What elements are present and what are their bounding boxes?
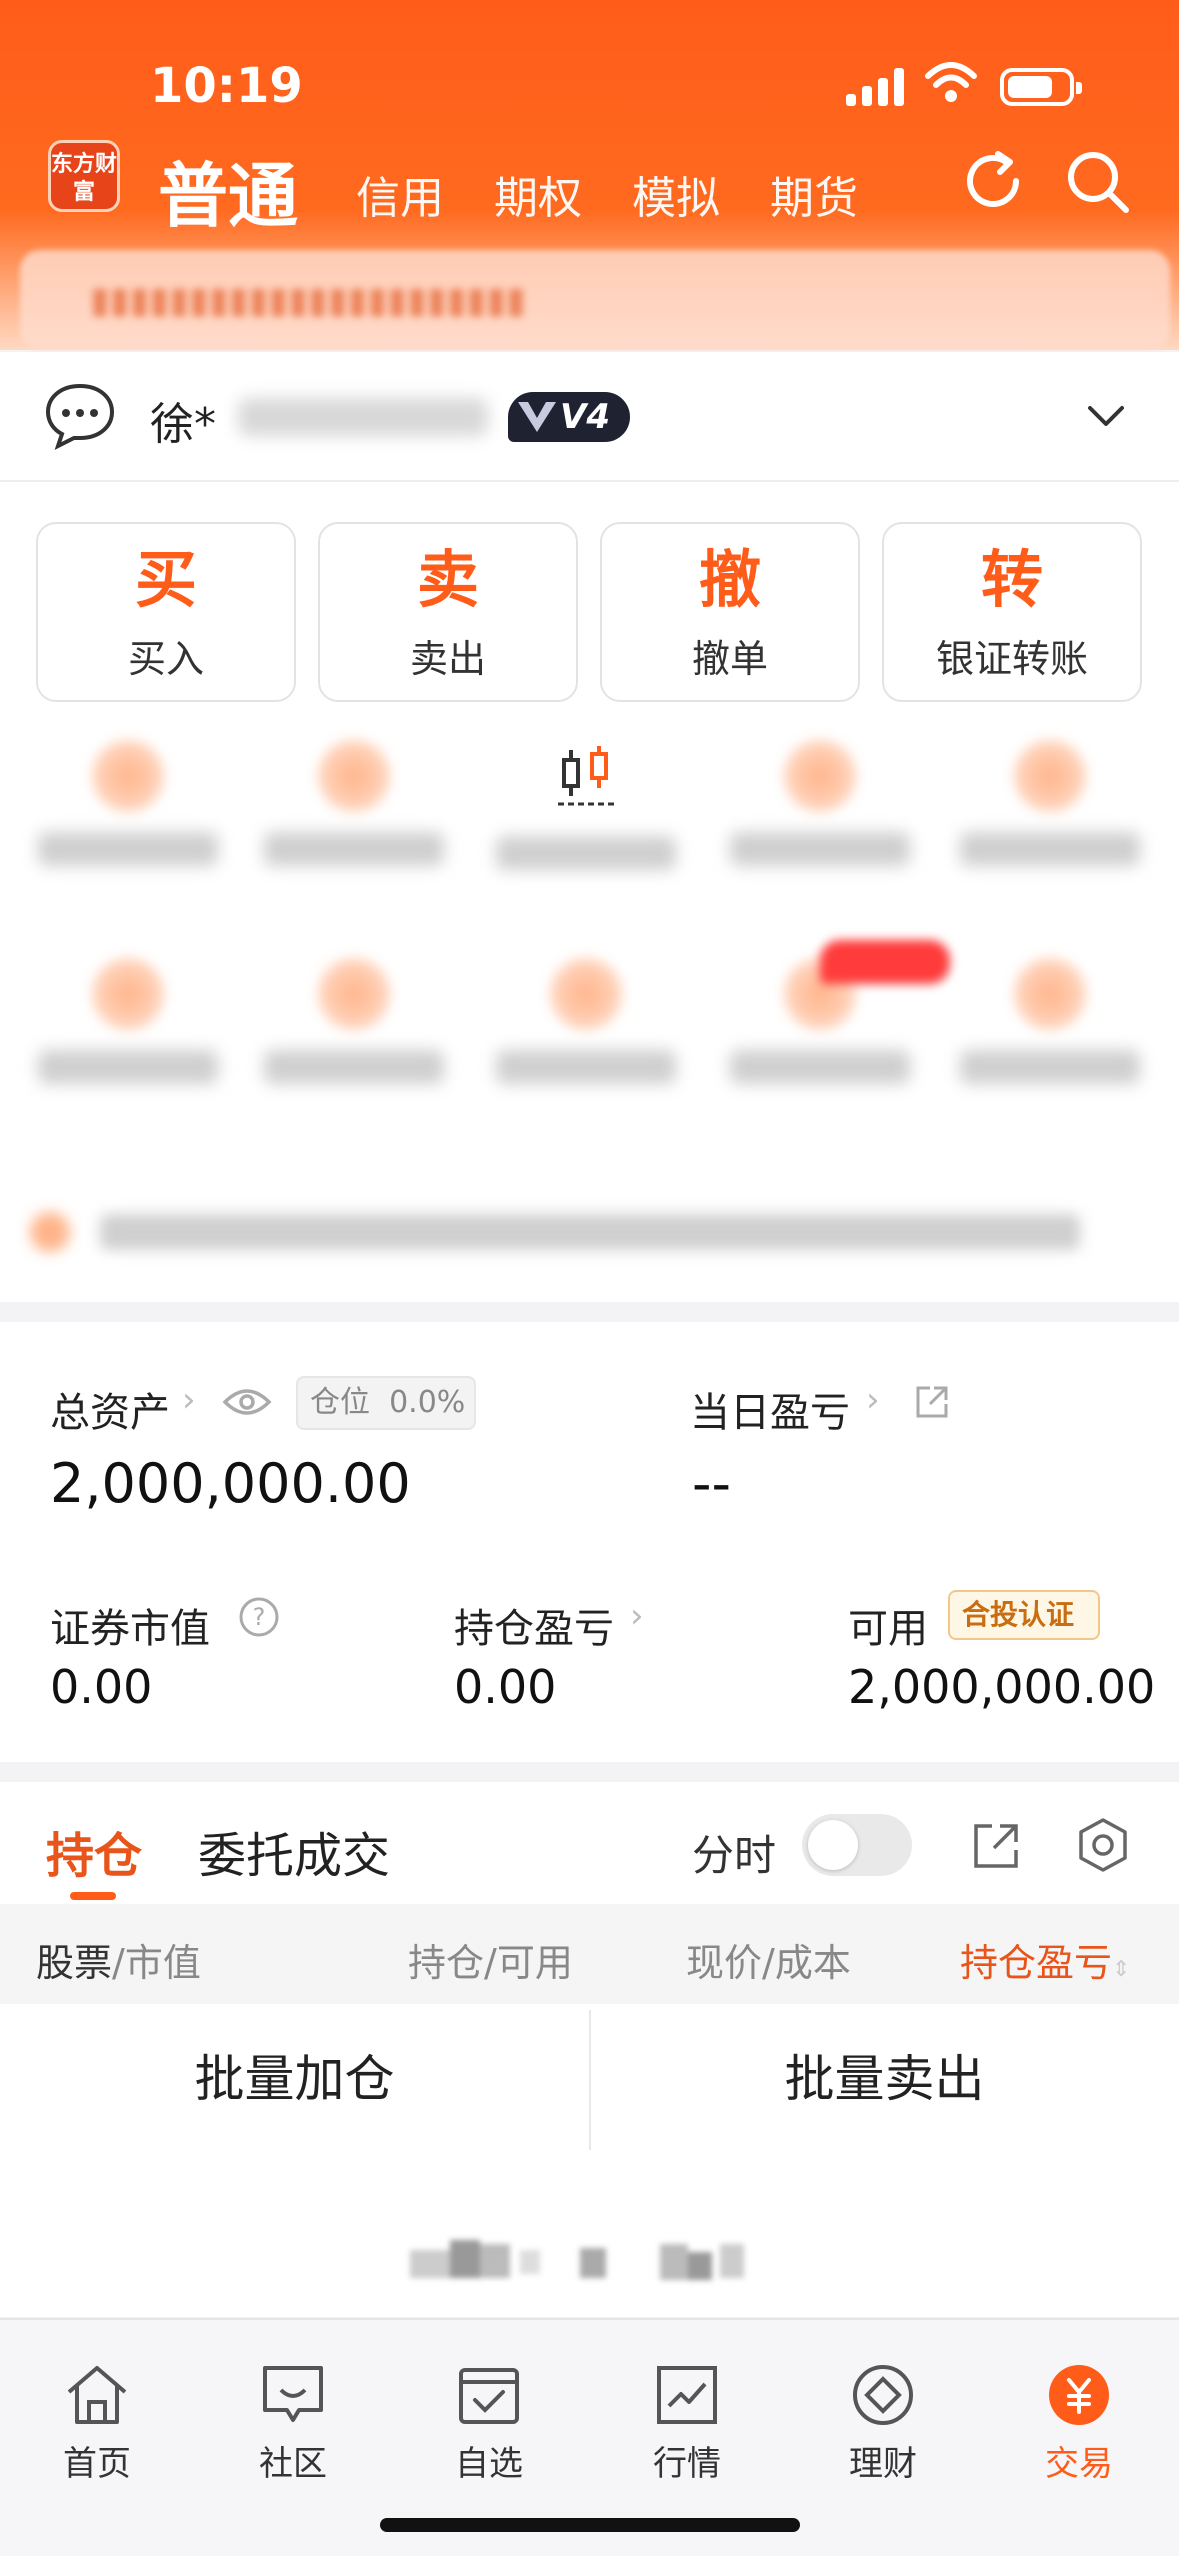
chevron-down-icon[interactable] [1084,396,1128,436]
account-name: 徐* [150,399,216,450]
daily-pl-value: -- [692,1452,731,1515]
share-icon[interactable] [912,1382,952,1422]
total-assets-label[interactable]: 总资产 [50,1380,170,1438]
tab-options[interactable]: 期权 [494,162,582,226]
grid-item-blurred[interactable] [496,958,676,1084]
battery-icon [1000,68,1082,106]
intraday-label: 分时 [692,1831,777,1880]
col-holding-pl[interactable]: 持仓盈亏⇕ [960,1932,1130,1987]
wifi-icon [924,60,978,104]
market-icon [657,2366,717,2424]
search-icon[interactable] [1062,146,1132,216]
tab-underline [70,1892,116,1900]
grid-item-blurred[interactable] [38,740,218,866]
tab-credit[interactable]: 信用 [356,162,444,226]
divider [589,2010,591,2150]
chevron-right-icon: › [630,1596,644,1636]
bank-transfer-button[interactable]: 转银证转账 [882,522,1142,702]
nav-community[interactable]: 社区 [218,2362,368,2485]
trade-icon [1049,2365,1109,2425]
batch-add-button[interactable]: 批量加仓 [0,2004,589,2154]
tab-futures[interactable]: 期货 [770,162,858,226]
home-icon [67,2366,127,2424]
signal-icon [846,68,906,106]
home-indicator [380,2518,800,2532]
gear-icon[interactable] [1074,1816,1132,1874]
promo-badge-blurred [820,940,950,984]
cancel-order-button[interactable]: 撤撤单 [600,522,860,702]
chat-icon[interactable] [42,380,118,450]
chevron-right-icon: › [866,1380,880,1420]
col-stock[interactable]: 股票/市值 [36,1932,201,1987]
grid-item-blurred[interactable] [38,958,218,1084]
wealth-icon [853,2365,913,2425]
sell-button[interactable]: 卖卖出 [318,522,578,702]
market-value-label: 证券市值 [50,1606,210,1652]
position-ratio-badge: 仓位 0.0% [296,1376,476,1430]
available-label: 可用 [848,1606,928,1652]
candlestick-icon [558,746,614,806]
batch-sell-button[interactable]: 批量卖出 [590,2004,1179,2154]
notice-text-blurred: ▮▮▮▮▮▮▮▮▮▮▮▮▮▮▮▮▮▮▮▮▮▮ [90,280,526,321]
grid-item-blurred[interactable] [960,740,1140,866]
status-time: 10:19 [150,58,303,114]
holding-pl-value: 0.00 [454,1660,557,1714]
nav-home[interactable]: 首页 [22,2362,172,2485]
suitability-badge[interactable]: 合投认证 [948,1590,1100,1640]
available-value: 2,000,000.00 [848,1660,1156,1714]
market-value: 0.00 [50,1660,153,1714]
tab-holdings[interactable]: 持仓 [46,1816,142,1886]
col-price[interactable]: 现价/成本 [686,1932,851,1987]
refresh-icon[interactable] [958,146,1028,216]
daily-pl-label[interactable]: 当日盈亏 [690,1380,850,1438]
grid-item-blurred[interactable] [960,958,1140,1084]
buy-button[interactable]: 买买入 [36,522,296,702]
tab-simulation[interactable]: 模拟 [632,162,720,226]
intraday-toggle[interactable] [802,1814,912,1876]
pixelated-text [410,2240,760,2284]
tab-normal[interactable]: 普通 [158,140,298,241]
watchlist-icon [459,2368,519,2424]
svg-text:?: ? [253,1603,266,1631]
export-icon[interactable] [968,1818,1024,1874]
nav-market[interactable]: 行情 [612,2362,762,2485]
grid-item-blurred[interactable] [496,740,676,870]
holding-pl-label[interactable]: 持仓盈亏 [454,1596,614,1654]
app-logo: 东方财富 [48,140,120,212]
sort-icon: ⇕ [1112,1957,1131,1982]
col-position[interactable]: 持仓/可用 [408,1932,573,1987]
eye-icon[interactable] [222,1382,272,1422]
nav-trade[interactable]: 交易 [1004,2362,1154,2485]
tab-orders[interactable]: 委托成交 [198,1816,390,1886]
grid-item-blurred[interactable] [264,958,444,1084]
nav-watchlist[interactable]: 自选 [414,2362,564,2485]
grid-item-blurred[interactable] [730,740,910,866]
community-icon [263,2366,323,2422]
total-assets-value: 2,000,000.00 [50,1452,411,1515]
promo-banner[interactable] [0,1162,1179,1302]
grid-item-blurred[interactable] [264,740,444,866]
nav-wealth[interactable]: 理财 [808,2362,958,2485]
help-icon[interactable]: ? [238,1596,280,1638]
chevron-right-icon: › [182,1380,196,1420]
account-number-blurred [238,398,488,436]
vip-badge: V4 [508,392,630,442]
